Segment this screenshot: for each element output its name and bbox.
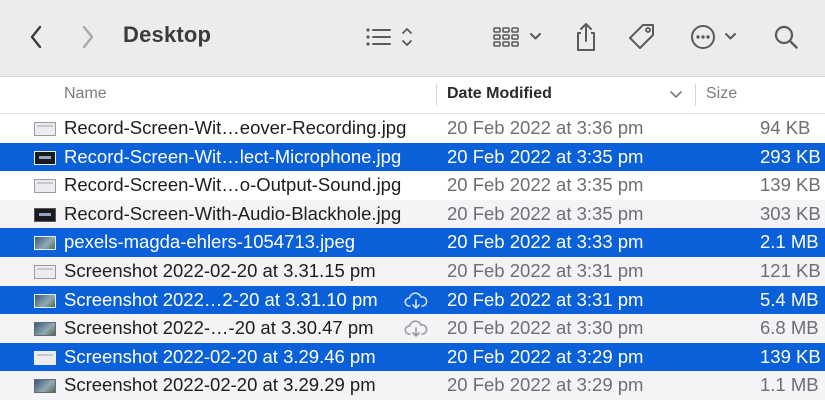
- column-divider[interactable]: [695, 84, 696, 106]
- file-row[interactable]: Screenshot 2022…2-20 at 3.31.10 pm 20 Feb…: [0, 285, 825, 315]
- file-thumbnail-icon: [34, 350, 56, 365]
- file-name: Screenshot 2022-…-20 at 3.30.47 pm: [64, 317, 374, 339]
- file-size: 94 KB: [760, 117, 811, 138]
- file-date-modified: 20 Feb 2022 at 3:31 pm: [447, 259, 644, 281]
- file-size: 303 KB: [760, 202, 821, 224]
- column-header-date-modified[interactable]: Date Modified: [447, 77, 552, 113]
- view-options-button[interactable]: [362, 22, 418, 52]
- file-date-modified: 20 Feb 2022 at 3:35 pm: [447, 145, 644, 167]
- file-thumbnail-icon: [34, 122, 56, 136]
- file-name: Record-Screen-Wit…eover-Recording.jpg: [64, 117, 407, 138]
- tags-button[interactable]: [626, 20, 658, 54]
- back-button[interactable]: [24, 22, 48, 52]
- file-size: 293 KB: [760, 145, 821, 167]
- file-size: 139 KB: [760, 345, 821, 367]
- file-date-modified: 20 Feb 2022 at 3:36 pm: [447, 117, 644, 138]
- file-size: 121 KB: [760, 259, 821, 281]
- file-date-modified: 20 Feb 2022 at 3:29 pm: [447, 345, 644, 367]
- chevron-left-icon: [30, 25, 42, 49]
- file-row[interactable]: Record-Screen-Wit…lect-Microphone.jpg 20 …: [0, 142, 825, 172]
- search-button[interactable]: [772, 22, 800, 52]
- file-name: Screenshot 2022-02-20 at 3.29.46 pm: [64, 345, 376, 367]
- icloud-download-icon[interactable]: [404, 291, 428, 310]
- column-divider[interactable]: [436, 84, 437, 106]
- list-view-icon: [366, 28, 412, 46]
- file-size: 5.4 MB: [760, 288, 819, 310]
- file-thumbnail-icon: [34, 379, 56, 394]
- file-name: Screenshot 2022…2-20 at 3.31.10 pm: [64, 288, 378, 310]
- more-actions-button[interactable]: [688, 22, 740, 52]
- file-date-modified: 20 Feb 2022 at 3:29 pm: [447, 374, 644, 396]
- column-header: Name Date Modified Size: [0, 77, 825, 114]
- file-name: pexels-magda-ehlers-1054713.jpeg: [64, 231, 356, 253]
- file-row[interactable]: Screenshot 2022-02-20 at 3.29.29 pm 20 Fe…: [0, 371, 825, 400]
- file-date-modified: 20 Feb 2022 at 3:35 pm: [447, 174, 644, 196]
- share-button[interactable]: [572, 20, 600, 54]
- file-row[interactable]: Screenshot 2022-…-20 at 3.30.47 pm 20 Feb…: [0, 314, 825, 343]
- tag-icon: [629, 24, 654, 49]
- file-date-modified: 20 Feb 2022 at 3:33 pm: [447, 231, 644, 253]
- file-row[interactable]: Screenshot 2022-02-20 at 3.31.15 pm 20 Fe…: [0, 256, 825, 286]
- sort-chevron-icon: [670, 91, 682, 98]
- file-name: Record-Screen-Wit…lect-Microphone.jpg: [64, 145, 402, 167]
- file-date-modified: 20 Feb 2022 at 3:30 pm: [447, 317, 644, 339]
- file-name: Screenshot 2022-02-20 at 3.31.15 pm: [64, 259, 376, 281]
- file-name: Screenshot 2022-02-20 at 3.29.29 pm: [64, 374, 376, 396]
- file-row[interactable]: Record-Screen-Wit…eover-Recording.jpg 20 …: [0, 114, 825, 143]
- finder-toolbar: Desktop: [0, 0, 825, 77]
- file-row[interactable]: pexels-magda-ehlers-1054713.jpeg 20 Feb 2…: [0, 228, 825, 257]
- ellipsis-circle-icon: [691, 25, 736, 49]
- file-size: 2.1 MB: [760, 231, 819, 253]
- column-header-size[interactable]: Size: [706, 77, 737, 113]
- file-row[interactable]: Record-Screen-Wit…o-Output-Sound.jpg 20 F…: [0, 171, 825, 200]
- search-icon: [774, 25, 798, 49]
- file-date-modified: 20 Feb 2022 at 3:35 pm: [447, 202, 644, 224]
- icloud-download-icon[interactable]: [404, 320, 428, 338]
- file-name: Record-Screen-Wit…o-Output-Sound.jpg: [64, 174, 402, 196]
- file-row[interactable]: Record-Screen-With-Audio-Blackhole.jpg 20…: [0, 199, 825, 229]
- file-size: 139 KB: [760, 174, 821, 196]
- file-thumbnail-icon: [34, 207, 56, 222]
- file-row[interactable]: Screenshot 2022-02-20 at 3.29.46 pm 20 Fe…: [0, 342, 825, 372]
- file-thumbnail-icon: [34, 264, 56, 279]
- share-icon: [577, 23, 595, 51]
- file-date-modified: 20 Feb 2022 at 3:31 pm: [447, 288, 644, 310]
- group-button[interactable]: [492, 22, 546, 52]
- forward-button[interactable]: [76, 22, 100, 52]
- window-title: Desktop: [123, 22, 212, 47]
- file-size: 1.1 MB: [760, 374, 819, 396]
- file-size: 6.8 MB: [760, 317, 819, 339]
- file-thumbnail-icon: [34, 150, 56, 165]
- grid-view-icon: [493, 27, 541, 47]
- file-name: Record-Screen-With-Audio-Blackhole.jpg: [64, 202, 402, 224]
- file-thumbnail-icon: [34, 179, 56, 194]
- file-list: Record-Screen-Wit…eover-Recording.jpg 20 …: [0, 114, 825, 400]
- column-header-name[interactable]: Name: [64, 77, 107, 113]
- file-thumbnail-icon: [34, 322, 56, 337]
- chevron-right-icon: [82, 25, 94, 49]
- file-thumbnail-icon: [34, 236, 56, 251]
- file-thumbnail-icon: [34, 293, 56, 308]
